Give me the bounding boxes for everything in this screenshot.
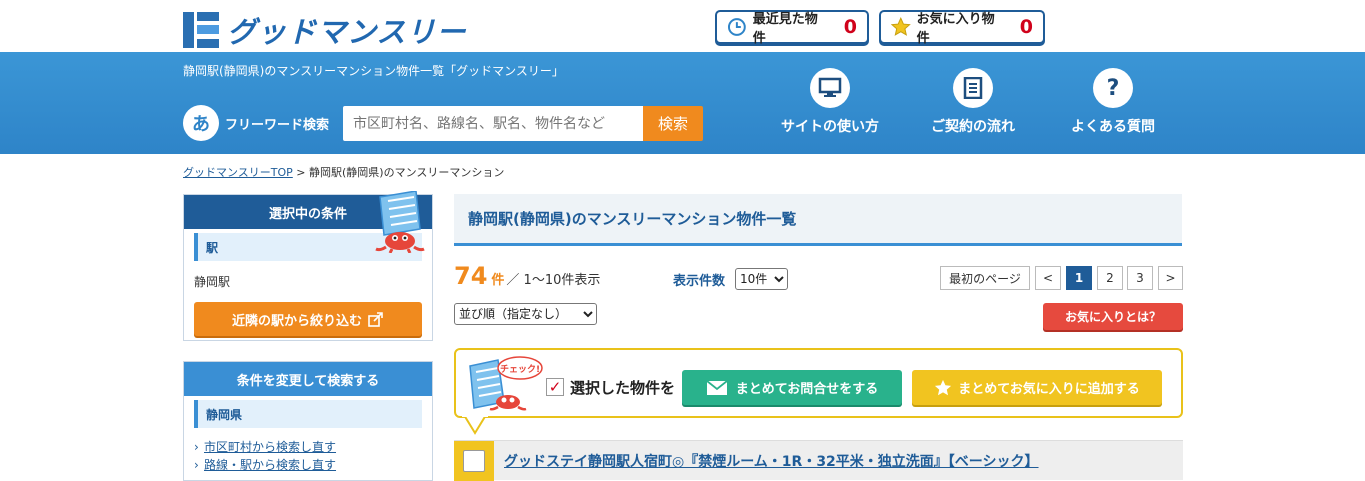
results-title: 静岡駅(静岡県)のマンスリーマンション物件一覧	[454, 194, 1182, 246]
clock-icon	[727, 18, 746, 36]
nearby-stations-button[interactable]: 近隣の駅から絞り込む	[194, 302, 422, 336]
document-icon	[953, 68, 993, 108]
recent-viewed-count: 0	[843, 16, 857, 38]
breadcrumb-home-link[interactable]: グッドマンスリーTOP	[183, 166, 293, 179]
favorites-label: お気に入り物件	[916, 12, 995, 46]
change-conditions-title: 条件を変更して検索する	[184, 362, 432, 396]
result-total-unit: 件	[491, 273, 505, 288]
condition-station-value: 静岡駅	[194, 275, 231, 289]
current-conditions-panel: 選択中の条件 駅 静岡駅 近隣の駅から絞り込む	[183, 191, 433, 341]
prev-page-button[interactable]: <	[1035, 266, 1061, 290]
current-conditions-title-text: 選択中の条件	[268, 206, 347, 222]
result-count: 74 件 ／ 1〜10件表示	[454, 262, 600, 290]
external-window-icon	[368, 312, 383, 327]
listing-row: グッドステイ静岡駅人宿町◎『禁煙ルーム・1R・32平米・独立洗面』【ベーシック】	[454, 440, 1183, 481]
logo-mark-icon	[183, 12, 219, 48]
per-page-select[interactable]: 10件	[735, 268, 789, 290]
favorites-count: 0	[1019, 16, 1033, 38]
site-logo[interactable]: グッドマンスリー	[183, 9, 466, 51]
nav-faq-label: よくある質問	[1071, 119, 1155, 135]
favorites-help-button[interactable]: お気に入りとは？	[1043, 303, 1183, 330]
freeword-input[interactable]	[343, 106, 643, 141]
logo-text: グッドマンスリー	[227, 15, 467, 49]
page-heading: 静岡駅(静岡県)のマンスリーマンション物件一覧「グッドマンスリー」	[183, 64, 564, 78]
change-conditions-panel: 条件を変更して検索する 静岡県 市区町村から検索し直す 路線・駅から検索し直す	[183, 361, 433, 481]
freeword-label: フリーワード検索	[225, 117, 330, 133]
breadcrumb-separator: >	[292, 166, 310, 179]
page-3-button[interactable]: 3	[1127, 266, 1153, 290]
mascot-illustration	[375, 191, 425, 253]
per-page-label: 表示件数	[673, 273, 726, 289]
favorites-button[interactable]: お気に入り物件 0	[879, 10, 1045, 46]
bulk-favorite-button[interactable]: まとめてお気に入りに追加する	[912, 370, 1162, 405]
listing-checkbox[interactable]	[463, 450, 485, 472]
nav-contract-flow-label: ご契約の流れ	[931, 119, 1015, 135]
freeword-search: あ フリーワード検索 検索	[183, 105, 703, 141]
prefecture-heading: 静岡県	[194, 400, 422, 428]
check-mascot-illustration: チェック!	[469, 356, 543, 411]
freeword-badge-icon: あ	[183, 105, 219, 141]
recent-viewed-button[interactable]: 最近見た物件 0	[715, 10, 869, 46]
listing-select-cell	[454, 441, 494, 481]
bubble-tail	[462, 415, 488, 435]
bulk-action-box: チェック! ✓ 選択した物件を まとめてお問合せをする まとめてお気に入りに追加…	[454, 348, 1183, 418]
nav-contract-flow[interactable]: ご契約の流れ	[903, 68, 1043, 136]
search-by-city-link[interactable]: 市区町村から検索し直す	[184, 438, 432, 456]
nearby-stations-label: 近隣の駅から絞り込む	[231, 313, 362, 329]
check-bubble-text: チェック!	[500, 364, 540, 375]
nav-how-to-use-label: サイトの使い方	[781, 119, 879, 135]
page-2-button[interactable]: 2	[1097, 266, 1123, 290]
mail-icon	[706, 379, 728, 395]
top-bar: グッドマンスリー 最近見た物件 0 お気に入り物件 0	[0, 0, 1365, 52]
bulk-inquiry-button[interactable]: まとめてお問合せをする	[682, 370, 902, 405]
selected-items-label: 選択した物件を	[570, 379, 676, 397]
bulk-inquiry-label: まとめてお問合せをする	[735, 382, 879, 397]
sort-select[interactable]: 並び順（指定なし）	[454, 303, 597, 325]
result-range: ／ 1〜10件表示	[506, 273, 601, 288]
selected-checkbox[interactable]: ✓	[546, 378, 564, 396]
current-conditions-title: 選択中の条件	[184, 191, 432, 253]
next-page-button[interactable]: >	[1158, 266, 1183, 290]
breadcrumb: グッドマンスリーTOP > 静岡駅(静岡県)のマンスリーマンション	[183, 164, 504, 180]
breadcrumb-current: 静岡駅(静岡県)のマンスリーマンション	[309, 166, 505, 179]
monitor-icon	[810, 68, 850, 108]
search-button[interactable]: 検索	[643, 106, 703, 141]
listing-title-link[interactable]: グッドステイ静岡駅人宿町◎『禁煙ルーム・1R・32平米・独立洗面』【ベーシック】	[504, 451, 1039, 471]
nav-faq[interactable]: ? よくある質問	[1043, 68, 1183, 136]
bulk-favorite-label: まとめてお気に入りに追加する	[958, 382, 1140, 397]
first-page-button[interactable]: 最初のページ	[940, 266, 1030, 290]
nav-how-to-use[interactable]: サイトの使い方	[760, 68, 900, 136]
result-total: 74	[454, 262, 488, 290]
page-1-button[interactable]: 1	[1066, 266, 1092, 290]
search-by-line-link[interactable]: 路線・駅から検索し直す	[184, 456, 432, 474]
per-page-control: 表示件数 10件	[673, 268, 789, 290]
question-icon: ?	[1093, 68, 1133, 108]
recent-viewed-label: 最近見た物件	[752, 12, 818, 46]
star-icon	[891, 17, 911, 36]
star-icon	[935, 379, 952, 395]
